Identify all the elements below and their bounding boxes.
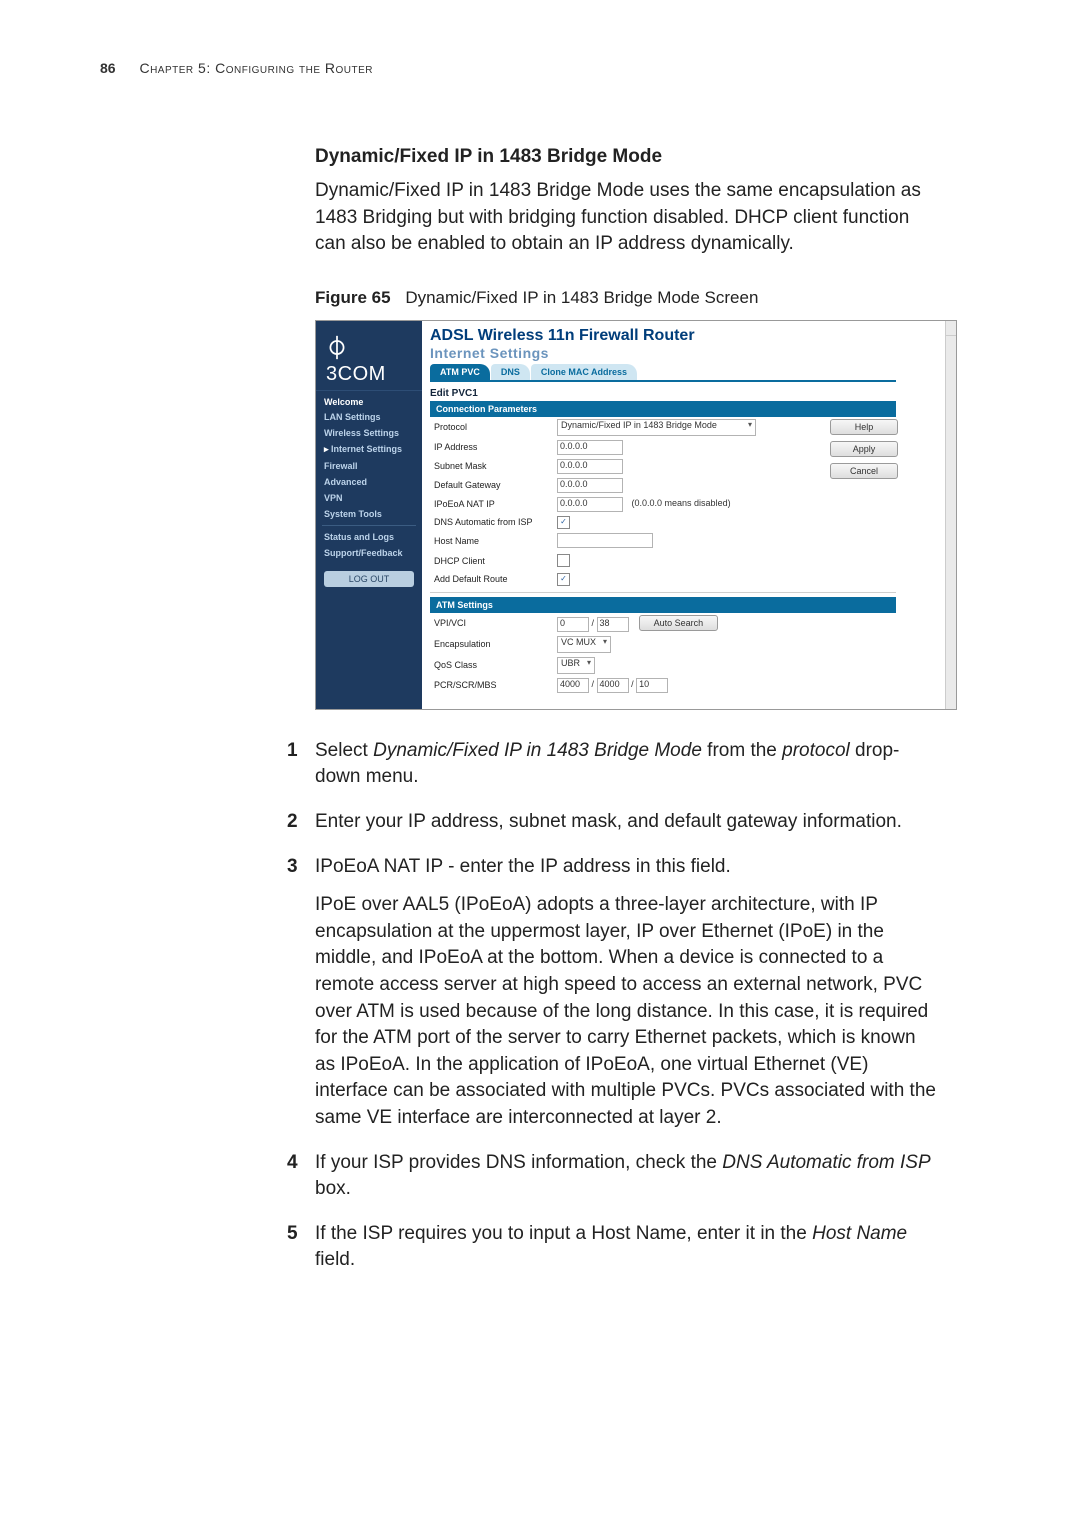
edit-pvc-label: Edit PVC1: [430, 388, 896, 399]
logo-swirl-icon: ⏀: [326, 331, 422, 363]
tab-dns[interactable]: DNS: [491, 364, 530, 380]
label-protocol: Protocol: [430, 417, 553, 438]
page-subtitle: Internet Settings: [430, 345, 896, 361]
pcr-input[interactable]: 4000: [557, 678, 589, 693]
label-defroute: Add Default Route: [430, 571, 553, 588]
figure-caption: Figure 65 Dynamic/Fixed IP in 1483 Bridg…: [315, 288, 940, 308]
brand-logo: ⏀ 3COM: [316, 321, 422, 390]
figure-number: Figure 65: [315, 288, 391, 307]
slash: /: [592, 679, 595, 689]
encap-select[interactable]: VC MUX: [557, 636, 611, 653]
step-2: 2 Enter your IP address, subnet mask, an…: [315, 809, 940, 836]
scr-input[interactable]: 4000: [597, 678, 629, 693]
step-text: Enter your IP address, subnet mask, and …: [315, 811, 902, 832]
vpi-input[interactable]: 0: [557, 617, 589, 632]
mbs-input[interactable]: 10: [636, 678, 668, 693]
step-5: 5 If the ISP requires you to input a Hos…: [315, 1221, 940, 1274]
nav-advanced[interactable]: Advanced: [316, 474, 422, 490]
label-ip: IP Address: [430, 438, 553, 457]
running-header: 86 Chapter 5: Configuring the Router: [100, 60, 980, 76]
label-dnsauto: DNS Automatic from ISP: [430, 514, 553, 531]
step-text: box.: [315, 1178, 351, 1199]
label-mask: Subnet Mask: [430, 457, 553, 476]
slash: /: [631, 679, 634, 689]
label-qos: QoS Class: [430, 655, 553, 676]
step-text: If the ISP requires you to input a Host …: [315, 1223, 812, 1244]
router-title: ADSL Wireless 11n Firewall Router: [430, 327, 896, 345]
label-gateway: Default Gateway: [430, 476, 553, 495]
defroute-checkbox[interactable]: ✓: [557, 573, 570, 586]
protocol-select[interactable]: Dynamic/Fixed IP in 1483 Bridge Mode: [557, 419, 756, 436]
nav-system[interactable]: System Tools: [316, 506, 422, 522]
step-em: DNS Automatic from ISP: [722, 1152, 930, 1173]
label-vpi-vci: VPI/VCI: [430, 613, 553, 634]
nav-firewall[interactable]: Firewall: [316, 458, 422, 474]
step-4: 4 If your ISP provides DNS information, …: [315, 1150, 940, 1203]
help-button[interactable]: Help: [830, 419, 898, 435]
step-text: from the: [702, 740, 782, 761]
page-number: 86: [100, 60, 116, 76]
step-em: protocol: [782, 740, 850, 761]
tabbar: ATM PVC DNS Clone MAC Address: [430, 364, 896, 382]
step-em: Dynamic/Fixed IP in 1483 Bridge Mode: [373, 740, 702, 761]
step-number: 1: [287, 738, 298, 765]
figure-caption-text: Dynamic/Fixed IP in 1483 Bridge Mode Scr…: [405, 288, 758, 307]
auto-search-button[interactable]: Auto Search: [639, 615, 719, 631]
label-dhcp: DHCP Client: [430, 552, 553, 571]
sidebar: ⏀ 3COM Welcome LAN Settings Wireless Set…: [316, 321, 422, 709]
step-number: 5: [287, 1221, 298, 1248]
main-panel: ADSL Wireless 11n Firewall Router Intern…: [422, 321, 956, 709]
mask-input[interactable]: 0.0.0.0: [557, 459, 623, 474]
label-hostname: Host Name: [430, 531, 553, 552]
natip-input[interactable]: 0.0.0.0: [557, 497, 623, 512]
nav-vpn[interactable]: VPN: [316, 490, 422, 506]
label-encap: Encapsulation: [430, 634, 553, 655]
step-subparagraph: IPoE over AAL5 (IPoEoA) adopts a three-l…: [315, 892, 940, 1131]
brand-text: 3COM: [326, 363, 422, 386]
dhcp-checkbox[interactable]: [557, 554, 570, 567]
logout-button[interactable]: LOG OUT: [324, 571, 414, 587]
nav-lan[interactable]: LAN Settings: [316, 409, 422, 425]
step-text: Select: [315, 740, 373, 761]
section-title: Dynamic/Fixed IP in 1483 Bridge Mode: [315, 146, 940, 168]
atm-settings-table: VPI/VCI 0 / 38 Auto Search Encapsulation…: [430, 613, 896, 695]
vci-input[interactable]: 38: [597, 617, 629, 632]
connection-parameters-table: Protocol Dynamic/Fixed IP in 1483 Bridge…: [430, 417, 896, 588]
nav-wireless[interactable]: Wireless Settings: [316, 425, 422, 441]
step-1: 1 Select Dynamic/Fixed IP in 1483 Bridge…: [315, 738, 940, 791]
step-number: 3: [287, 854, 298, 881]
step-number: 2: [287, 809, 298, 836]
nav-status[interactable]: Status and Logs: [316, 529, 422, 545]
natip-hint: (0.0.0.0 means disabled): [632, 498, 731, 508]
tab-atm-pvc[interactable]: ATM PVC: [430, 364, 490, 380]
figure-screenshot: ⏀ 3COM Welcome LAN Settings Wireless Set…: [315, 320, 957, 710]
label-pcr: PCR/SCR/MBS: [430, 676, 553, 695]
step-text: If your ISP provides DNS information, ch…: [315, 1152, 722, 1173]
atm-settings-header: ATM Settings: [430, 597, 896, 613]
label-natip: IPoEoA NAT IP: [430, 495, 553, 514]
step-em: Host Name: [812, 1223, 907, 1244]
section-intro: Dynamic/Fixed IP in 1483 Bridge Mode use…: [315, 178, 940, 258]
qos-select[interactable]: UBR: [557, 657, 595, 674]
gateway-input[interactable]: 0.0.0.0: [557, 478, 623, 493]
hostname-input[interactable]: [557, 533, 653, 548]
step-3: 3 IPoEoA NAT IP - enter the IP address i…: [315, 854, 940, 1132]
step-number: 4: [287, 1150, 298, 1177]
slash: /: [592, 618, 595, 628]
apply-button[interactable]: Apply: [830, 441, 898, 457]
connection-parameters-header: Connection Parameters: [430, 401, 896, 417]
nav-internet[interactable]: Internet Settings: [316, 441, 422, 458]
chapter-title: Chapter 5: Configuring the Router: [139, 60, 373, 76]
cancel-button[interactable]: Cancel: [830, 463, 898, 479]
ip-input[interactable]: 0.0.0.0: [557, 440, 623, 455]
step-text: field.: [315, 1249, 355, 1270]
dnsauto-checkbox[interactable]: ✓: [557, 516, 570, 529]
step-text: IPoEoA NAT IP - enter the IP address in …: [315, 856, 731, 877]
tab-clone-mac[interactable]: Clone MAC Address: [531, 364, 637, 380]
nav-support[interactable]: Support/Feedback: [316, 545, 422, 561]
nav-welcome[interactable]: Welcome: [316, 390, 422, 409]
